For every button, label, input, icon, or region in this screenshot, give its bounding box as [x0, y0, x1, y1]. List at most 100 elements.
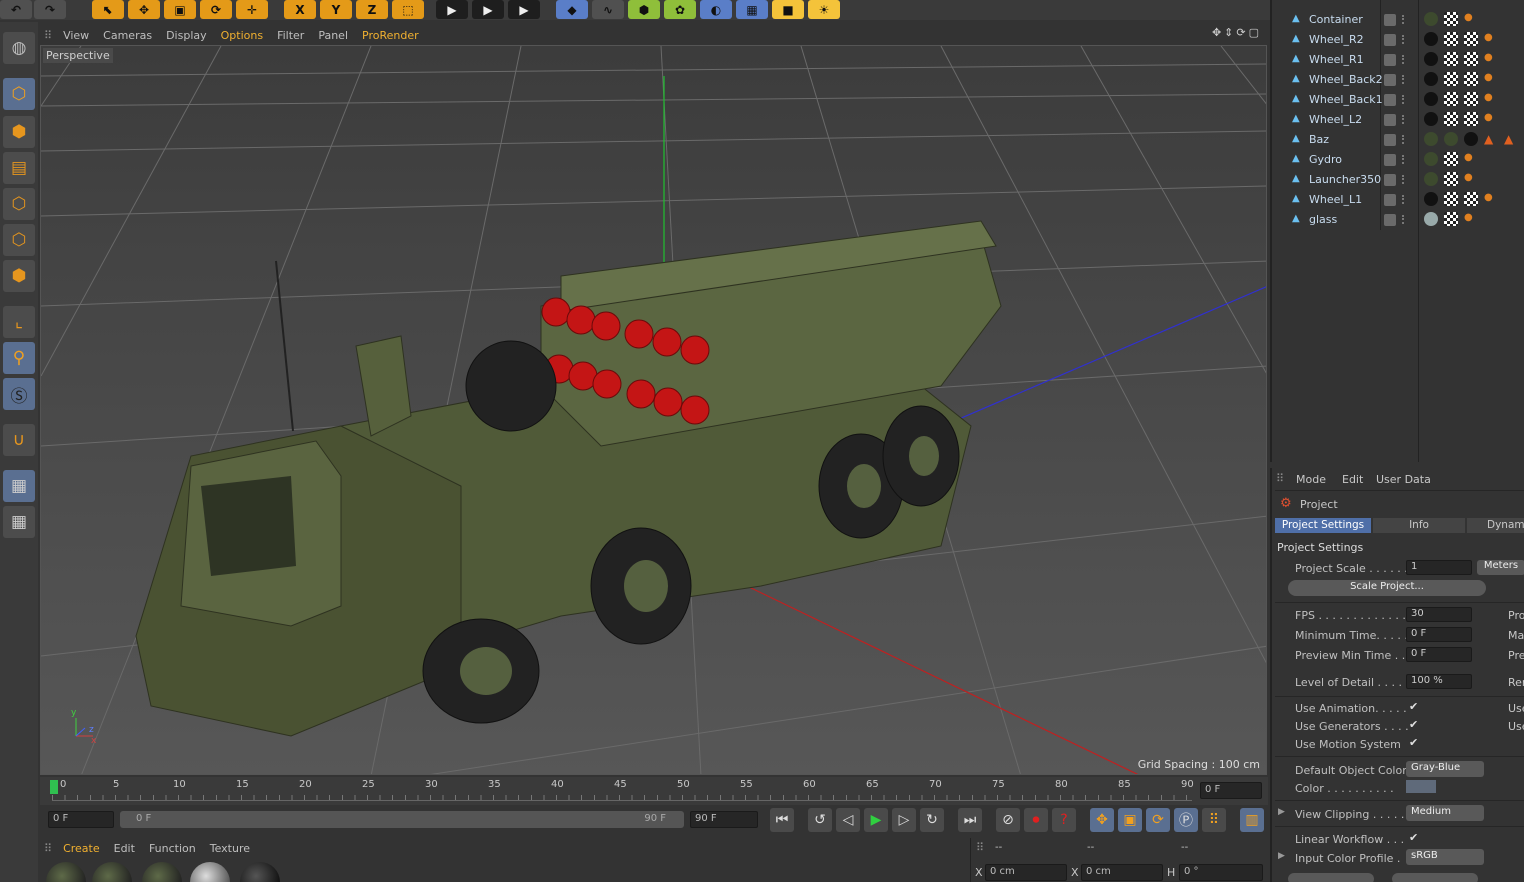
menu-function[interactable]: Function	[142, 842, 203, 855]
magnet-icon[interactable]: ∪	[3, 424, 35, 456]
position-x-field[interactable]: 0 cm	[985, 864, 1067, 881]
editor-render-dots[interactable]	[1402, 15, 1405, 24]
phong-tag-icon[interactable]: ●	[1484, 32, 1498, 46]
texture-tag-icon[interactable]	[1444, 192, 1458, 206]
object-row[interactable]: ▲ Container ●	[1272, 10, 1524, 30]
scene-floor-icon[interactable]: ▦	[736, 0, 768, 19]
menu-options[interactable]: Options	[214, 29, 270, 42]
object-row[interactable]: ▲ Wheel_R1 ●	[1272, 50, 1524, 70]
material-swatch[interactable]	[190, 862, 230, 882]
model-mode-icon[interactable]: ⬡	[3, 78, 35, 110]
record-active-objects-icon[interactable]: ⊘	[996, 808, 1020, 832]
cube-icon[interactable]: ◆	[556, 0, 588, 19]
menu-view[interactable]: View	[56, 29, 96, 42]
lod-field[interactable]: 100 %	[1406, 674, 1472, 689]
render-view-icon[interactable]: ▶	[436, 0, 468, 19]
color-swatch[interactable]	[1406, 780, 1436, 793]
menu-edit[interactable]: Edit	[1342, 473, 1363, 486]
texture-tag-icon[interactable]	[1444, 32, 1458, 46]
mograph-icon[interactable]: ✿	[664, 0, 696, 19]
editor-render-dots[interactable]	[1402, 135, 1405, 144]
viewport-nav-icons[interactable]: ✥⇕⟳▢	[1212, 26, 1262, 39]
object-row[interactable]: ▲ Wheel_L1 ●	[1272, 190, 1524, 210]
object-row[interactable]: ▲ Wheel_R2 ●	[1272, 30, 1524, 50]
texture-tag-icon[interactable]	[1464, 192, 1478, 206]
menu-user-data[interactable]: User Data	[1376, 473, 1431, 486]
render-picture-viewer-icon[interactable]: ▶	[472, 0, 504, 19]
selection-tag-icon[interactable]: ▲	[1504, 132, 1518, 146]
use-generators-checkbox[interactable]: ✔	[1409, 718, 1418, 731]
texture-tag-icon[interactable]	[1444, 92, 1458, 106]
material-swatch[interactable]	[92, 862, 132, 882]
make-editable-icon[interactable]: ◍	[3, 32, 35, 64]
selection-tag-icon[interactable]: ▲	[1484, 132, 1498, 146]
key-scale-icon[interactable]: ▣	[1118, 808, 1142, 832]
texture-tag-icon[interactable]	[1444, 152, 1458, 166]
key-rotation-icon[interactable]: ⟳	[1146, 808, 1170, 832]
coord-system-icon[interactable]: ⬚	[392, 0, 424, 19]
texture-tag-icon[interactable]	[1464, 72, 1478, 86]
material-tag-icon[interactable]	[1424, 12, 1438, 26]
deformer-icon[interactable]: ◐	[700, 0, 732, 19]
linear-workflow-checkbox[interactable]: ✔	[1409, 831, 1418, 844]
visibility-toggle[interactable]	[1384, 14, 1396, 26]
texture-tag-icon[interactable]	[1464, 92, 1478, 106]
subdivision-icon[interactable]: ⬢	[628, 0, 660, 19]
phong-tag-icon[interactable]: ●	[1484, 72, 1498, 86]
axis-mode-icon[interactable]: ⌞	[3, 306, 35, 338]
texture-tag-icon[interactable]	[1444, 212, 1458, 226]
phong-tag-icon[interactable]: ●	[1484, 192, 1498, 206]
lock-workplane-icon[interactable]: ▦	[3, 470, 35, 502]
visibility-toggle[interactable]	[1384, 214, 1396, 226]
expand-arrow-icon[interactable]: ▶	[1278, 807, 1285, 817]
object-row[interactable]: ▲ Wheel_Back1 ●	[1272, 90, 1524, 110]
playhead[interactable]	[50, 780, 58, 794]
next-frame-icon[interactable]: ▷	[892, 808, 916, 832]
current-frame-field[interactable]: 0 F	[1200, 782, 1262, 799]
menu-prorender[interactable]: ProRender	[355, 29, 426, 42]
material-tag-icon[interactable]	[1464, 132, 1478, 146]
x-axis-icon[interactable]: X	[284, 0, 316, 19]
phong-tag-icon[interactable]: ●	[1484, 112, 1498, 126]
phong-tag-icon[interactable]: ●	[1464, 152, 1478, 166]
visibility-toggle[interactable]	[1384, 174, 1396, 186]
scale-unit-dropdown[interactable]: Meters	[1477, 560, 1524, 575]
material-tag-icon[interactable]	[1424, 152, 1438, 166]
move-icon[interactable]: ✥	[128, 0, 160, 19]
object-row[interactable]: ▲ Wheel_Back2 ●	[1272, 70, 1524, 90]
autokeying-icon[interactable]: ⏺	[1024, 808, 1048, 832]
texture-tag-icon[interactable]	[1464, 112, 1478, 126]
editor-render-dots[interactable]	[1402, 35, 1405, 44]
material-tag-icon[interactable]	[1424, 32, 1438, 46]
object-row[interactable]: ▲ Wheel_L2 ●	[1272, 110, 1524, 130]
go-to-end-icon[interactable]: ⏭	[958, 808, 982, 832]
load-preset-button[interactable]	[1288, 873, 1374, 882]
material-tag-icon[interactable]	[1424, 112, 1438, 126]
play-icon[interactable]: ▶	[864, 808, 888, 832]
material-swatch[interactable]	[240, 862, 280, 882]
previous-frame-icon[interactable]: ◁	[836, 808, 860, 832]
visibility-toggle[interactable]	[1384, 74, 1396, 86]
fps-field[interactable]: 30	[1406, 607, 1472, 622]
scale-icon[interactable]: ▣	[164, 0, 196, 19]
render-settings-icon[interactable]: ▶	[508, 0, 540, 19]
phong-tag-icon[interactable]: ●	[1484, 92, 1498, 106]
end-frame-field[interactable]: 90 F	[690, 811, 758, 828]
visibility-toggle[interactable]	[1384, 134, 1396, 146]
phong-tag-icon[interactable]: ●	[1464, 212, 1478, 226]
texture-tag-icon[interactable]	[1444, 52, 1458, 66]
object-row[interactable]: ▲ Launcher350 ●	[1272, 170, 1524, 190]
editor-render-dots[interactable]	[1402, 155, 1405, 164]
default-color-dropdown[interactable]: Gray-Blue	[1406, 761, 1484, 777]
texture-tag-icon[interactable]	[1444, 112, 1458, 126]
save-preset-button[interactable]	[1392, 873, 1478, 882]
material-tag-icon[interactable]	[1424, 132, 1438, 146]
light-icon[interactable]: ☀	[808, 0, 840, 19]
keyframe-selection-icon[interactable]: ?	[1052, 808, 1076, 832]
menu-panel[interactable]: Panel	[311, 29, 355, 42]
material-tag-icon[interactable]	[1444, 132, 1458, 146]
min-time-field[interactable]: 0 F	[1406, 627, 1472, 642]
size-x-field[interactable]: 0 cm	[1081, 864, 1163, 881]
redo-icon[interactable]: ↷	[34, 0, 66, 19]
tab-dynamics[interactable]: Dynam	[1467, 518, 1524, 533]
